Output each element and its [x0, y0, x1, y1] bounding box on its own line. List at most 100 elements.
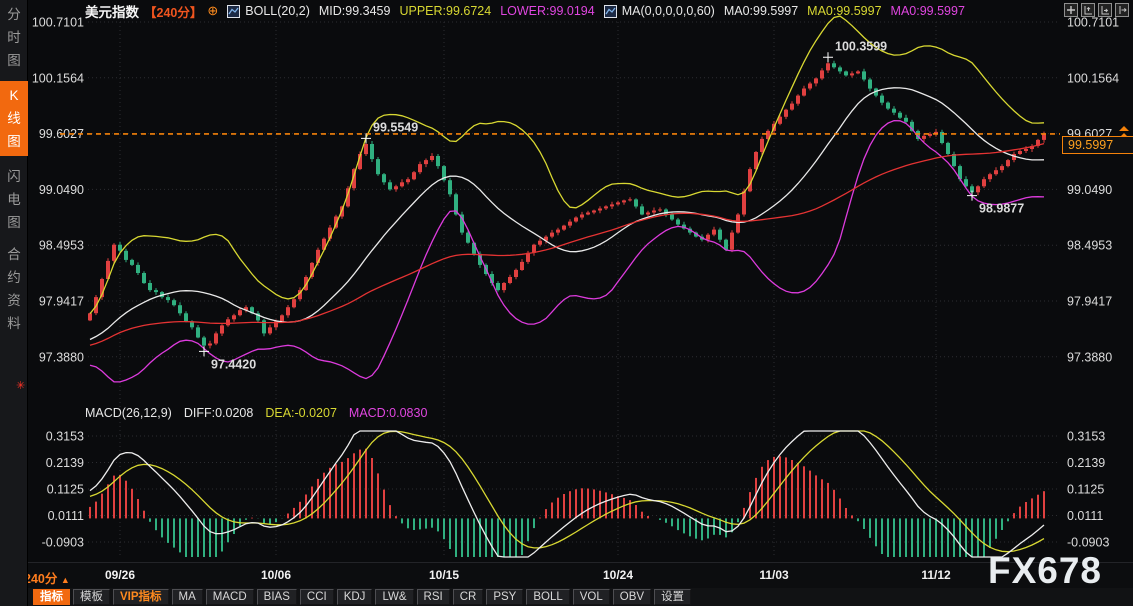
- candle-body: [622, 200, 626, 202]
- candle-body: [634, 199, 638, 206]
- toolbar-button[interactable]: VOL: [573, 589, 610, 605]
- ma-indicator-icon[interactable]: [604, 5, 617, 18]
- toolbar-button[interactable]: KDJ: [337, 589, 373, 605]
- toolbar-button[interactable]: 指标: [33, 589, 70, 605]
- boll-indicator-icon[interactable]: [227, 5, 240, 18]
- candle-body: [610, 204, 614, 206]
- candle-body: [538, 241, 542, 245]
- add-indicator-icon[interactable]: ⊕: [207, 3, 218, 19]
- sidebar-item-3[interactable]: 合约资料: [0, 243, 28, 335]
- sidebar: 分时图 K线图闪电图合约资料: [0, 0, 28, 606]
- candle-body: [178, 305, 182, 313]
- timeframe-selector[interactable]: 240分 ▲: [24, 568, 70, 587]
- candle-body: [1024, 149, 1028, 151]
- toolbar-button[interactable]: CR: [453, 589, 484, 605]
- indicator-toolbar: 指标模板VIP指标MAMACDBIASCCIKDJLW&RSICRPSYBOLL…: [28, 588, 1133, 606]
- price-annotation: 98.9877: [979, 202, 1024, 216]
- toolbar-button[interactable]: VIP指标: [113, 589, 169, 605]
- toolbar-button[interactable]: PSY: [486, 589, 523, 605]
- macd-macd-value: MACD:0.0830: [349, 406, 428, 420]
- x-axis-label: 09/26: [90, 568, 150, 582]
- x-axis-label: 10/24: [588, 568, 648, 582]
- toolbar-button[interactable]: MA: [172, 589, 203, 605]
- candle-body: [898, 113, 902, 118]
- toolbar-button[interactable]: 模板: [73, 589, 110, 605]
- candle-body: [862, 71, 866, 79]
- candle-body: [982, 179, 986, 186]
- symbol-title: 美元指数: [85, 1, 139, 21]
- candle-body: [406, 179, 410, 182]
- candle-body: [676, 220, 680, 225]
- candle-body: [886, 103, 890, 109]
- macd-axis-label: 0.3153: [46, 430, 84, 444]
- y-axis-label: 97.3880: [39, 350, 84, 364]
- sidebar-item-0[interactable]: 分时图: [0, 3, 28, 72]
- scale-x-icon[interactable]: [1098, 3, 1112, 17]
- candle-body: [640, 206, 644, 214]
- macd-axis-label: 0.0111: [48, 509, 84, 523]
- fx678-watermark: FX678: [988, 550, 1102, 592]
- toolbar-button[interactable]: CCI: [300, 589, 334, 605]
- toolbar-button[interactable]: RSI: [417, 589, 450, 605]
- candle-body: [646, 213, 650, 215]
- candle-body: [364, 144, 368, 154]
- candle-body: [394, 186, 398, 189]
- toolbar-button[interactable]: MACD: [206, 589, 254, 605]
- candle-body: [148, 283, 152, 290]
- macd-header: MACD(26,12,9) DIFF:0.0208 DEA:-0.0207 MA…: [85, 406, 427, 420]
- candle-body: [562, 226, 566, 230]
- candle-body: [988, 174, 992, 179]
- candle-body: [808, 84, 812, 89]
- x-axis-row: 240分 ▲ 09/2610/0610/1510/2411/0311/12: [0, 562, 1133, 589]
- candle-body: [586, 213, 590, 215]
- sidebar-item-1[interactable]: K线图: [0, 81, 28, 156]
- candle-body: [706, 235, 710, 240]
- crosshair-icon[interactable]: [1064, 3, 1078, 17]
- candle-body: [736, 215, 740, 233]
- candle-body: [616, 202, 620, 204]
- candle-body: [118, 245, 122, 251]
- candle-body: [382, 174, 386, 182]
- candle-body: [868, 80, 872, 89]
- toolbar-button[interactable]: 设置: [654, 589, 691, 605]
- toolbar-button[interactable]: LW&: [375, 589, 413, 605]
- extreme-cross-marker: [199, 346, 209, 356]
- pan-right-icon[interactable]: [1115, 3, 1129, 17]
- candle-body: [814, 78, 818, 83]
- toolbar-button[interactable]: BIAS: [257, 589, 297, 605]
- candle-body: [844, 71, 848, 75]
- chevron-up-icon: ▲: [61, 575, 70, 585]
- candle-body: [142, 273, 146, 283]
- boll-lower-value: LOWER:99.0194: [500, 4, 595, 18]
- price-annotation: 97.4420: [211, 357, 256, 371]
- chart-tools: [1064, 3, 1129, 17]
- extreme-cross-marker: [361, 133, 371, 143]
- ma0-value-2: MA0:99.5997: [807, 4, 881, 18]
- candle-body: [154, 290, 158, 292]
- macd-axis-label: -0.0903: [42, 535, 84, 549]
- candle-body: [172, 300, 176, 305]
- toolbar-button[interactable]: OBV: [613, 589, 651, 605]
- macd-axis-label: 0.1125: [47, 483, 84, 497]
- candle-body: [832, 63, 836, 67]
- scale-y-icon[interactable]: [1081, 3, 1095, 17]
- candle-body: [196, 327, 200, 337]
- main-chart[interactable]: 100.7101100.7101100.1564100.156499.60279…: [0, 0, 1133, 606]
- candle-body: [658, 210, 662, 211]
- macd-axis-label: 0.1125: [1067, 483, 1104, 497]
- macd-axis-label: -0.0903: [1067, 535, 1109, 549]
- candle-body: [208, 344, 212, 346]
- candle-body: [202, 338, 206, 346]
- toolbar-button[interactable]: BOLL: [526, 589, 569, 605]
- candle-body: [580, 215, 584, 218]
- boll-upper-value: UPPER:99.6724: [399, 4, 491, 18]
- y-axis-label: 100.1564: [1067, 71, 1119, 85]
- period-label[interactable]: 【240分】: [144, 2, 202, 21]
- boll-mid-value: MID:99.3459: [319, 4, 391, 18]
- sidebar-item-2[interactable]: 闪电图: [0, 165, 28, 234]
- indicator-header: 美元指数 【240分】 ⊕ BOLL(20,2) MID:99.3459 UPP…: [28, 0, 1133, 22]
- boll-name: BOLL(20,2): [245, 4, 310, 18]
- candle-body: [742, 191, 746, 214]
- candle-body: [400, 182, 404, 186]
- candle-body: [994, 170, 998, 174]
